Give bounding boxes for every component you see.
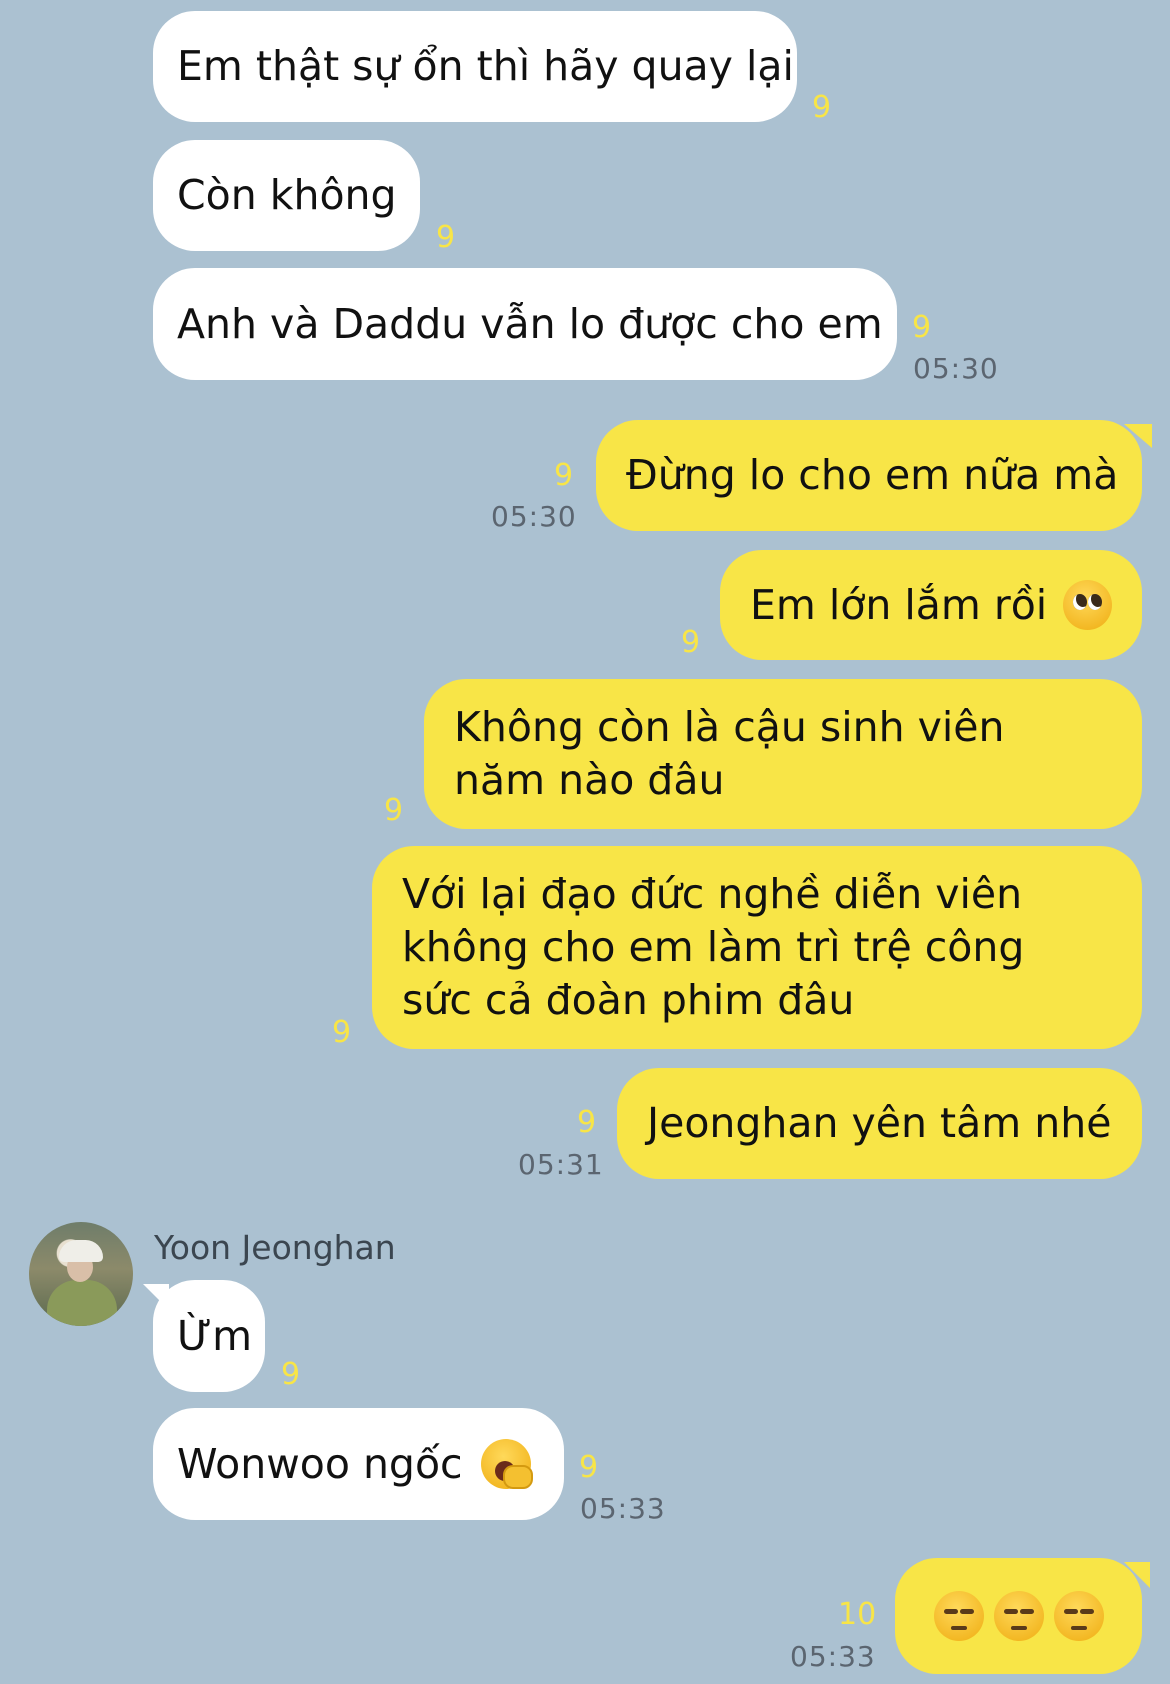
read-count: 9 <box>281 1357 301 1392</box>
message-text: Em thật sự ổn thì hãy quay lại <box>177 42 794 90</box>
message-text: Em lớn lắm rồi <box>750 580 1048 629</box>
sender-name: Yoon Jeonghan <box>154 1228 396 1267</box>
read-count: 9 <box>332 1015 352 1050</box>
message-bubble-outgoing[interactable] <box>895 1558 1142 1674</box>
read-count: 9 <box>912 310 932 345</box>
message-text: Đừng lo cho em nữa mà <box>626 451 1119 499</box>
contact-avatar[interactable] <box>29 1222 133 1326</box>
message-bubble-outgoing[interactable]: Đừng lo cho em nữa mà <box>596 420 1142 531</box>
read-count: 9 <box>681 625 701 660</box>
message-text: Với lại đạo đức nghề diễn viên không cho… <box>402 870 1025 1024</box>
read-count: 10 <box>838 1597 877 1632</box>
read-count: 9 <box>577 1105 597 1140</box>
message-bubble-outgoing[interactable]: Với lại đạo đức nghề diễn viên không cho… <box>372 846 1142 1049</box>
message-bubble-outgoing[interactable]: Em lớn lắm rồi <box>720 550 1142 660</box>
message-bubble-outgoing[interactable]: Không còn là cậu sinh viên năm nào đâu <box>424 679 1142 829</box>
message-timestamp: 05:31 <box>518 1148 604 1181</box>
message-text: Wonwoo ngốc <box>177 1439 463 1488</box>
read-count: 9 <box>384 793 404 828</box>
message-text: Anh và Daddu vẫn lo được cho em <box>177 299 883 348</box>
bubble-tail <box>1124 424 1152 448</box>
message-bubble-outgoing[interactable]: Jeonghan yên tâm nhé <box>617 1068 1142 1179</box>
message-bubble-incoming[interactable]: Còn không <box>153 140 420 251</box>
message-timestamp: 05:33 <box>580 1492 666 1525</box>
unamused-face-icon <box>993 1591 1044 1641</box>
unamused-face-icon <box>933 1591 984 1641</box>
message-bubble-incoming[interactable]: Em thật sự ổn thì hãy quay lại <box>153 11 797 122</box>
message-timestamp: 05:30 <box>913 352 999 385</box>
message-timestamp: 05:30 <box>491 500 577 533</box>
read-count: 9 <box>554 458 574 493</box>
message-text: Không còn là cậu sinh viên năm nào đâu <box>454 703 1005 804</box>
read-count: 9 <box>579 1450 599 1485</box>
message-text: Ừm <box>177 1311 253 1360</box>
read-count: 9 <box>812 90 832 125</box>
message-timestamp: 05:33 <box>790 1640 876 1673</box>
read-count: 9 <box>436 220 456 255</box>
message-bubble-incoming[interactable]: Ừm <box>153 1280 265 1392</box>
message-bubble-incoming[interactable]: Wonwoo ngốc <box>153 1408 564 1520</box>
yawning-face-icon <box>480 1439 533 1489</box>
message-text: Còn không <box>177 171 397 219</box>
unamused-face-icon <box>1053 1591 1104 1641</box>
message-text: Jeonghan yên tâm nhé <box>647 1099 1112 1147</box>
message-bubble-incoming[interactable]: Anh và Daddu vẫn lo được cho em <box>153 268 897 380</box>
pleading-face-icon <box>1062 580 1112 630</box>
bubble-tail <box>1124 1562 1150 1588</box>
